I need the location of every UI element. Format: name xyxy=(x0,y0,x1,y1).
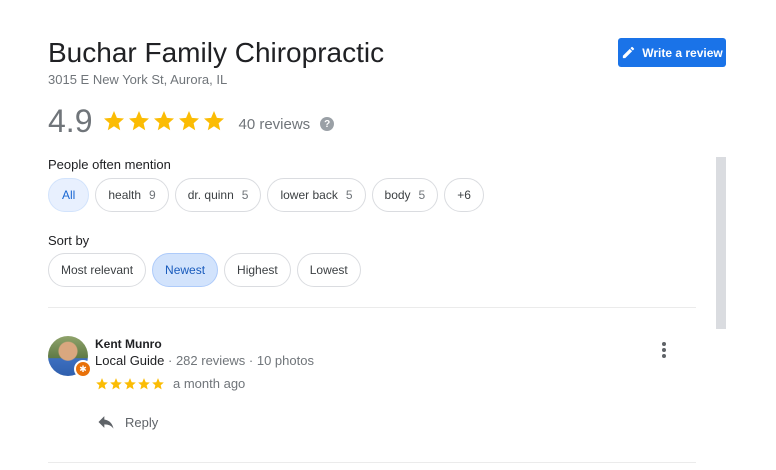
chip-all[interactable]: All xyxy=(48,178,90,212)
star-icon xyxy=(204,111,225,131)
reviews-count[interactable]: 40 reviews xyxy=(238,116,310,133)
business-name: Buchar Family Chiropractic xyxy=(48,37,385,68)
reply-button[interactable]: Reply xyxy=(96,412,158,432)
sort-option-label: Most relevant xyxy=(61,263,134,277)
star-icon xyxy=(96,377,108,389)
reply-label: Reply xyxy=(125,414,159,430)
star-icon xyxy=(152,377,164,389)
write-review-button[interactable]: Write a review xyxy=(618,38,726,67)
chip-dr-quinn[interactable]: dr. quinn 5 xyxy=(174,178,262,212)
chip-health[interactable]: health 9 xyxy=(95,178,169,212)
scrollbar[interactable] xyxy=(716,157,726,329)
sort-most-relevant[interactable]: Most relevant xyxy=(48,253,147,287)
reply-icon xyxy=(98,416,114,429)
star-icon xyxy=(138,377,150,389)
sort-newest[interactable]: Newest xyxy=(152,253,219,287)
divider xyxy=(48,462,696,463)
mention-chips: All health 9 dr. quinn 5 lower back 5 bo… xyxy=(48,178,484,212)
reviewer-meta: Local Guide · 282 reviews · 10 photos xyxy=(95,353,314,368)
divider xyxy=(48,307,696,308)
sort-lowest[interactable]: Lowest xyxy=(296,253,361,287)
star-icon xyxy=(104,111,125,131)
chip-body[interactable]: body 5 xyxy=(371,178,439,212)
chip-label: +6 xyxy=(457,188,471,202)
rating-value: 4.9 xyxy=(48,102,93,139)
chip-label: lower back xyxy=(280,188,338,202)
review-date: a month ago xyxy=(173,376,246,391)
chip-label: health xyxy=(108,188,142,202)
sort-option-label: Lowest xyxy=(309,263,348,277)
rating-summary: 4.9 40 reviews ? xyxy=(48,101,335,141)
sort-highest[interactable]: Highest xyxy=(224,253,291,287)
rating-stars xyxy=(102,109,226,133)
more-options-icon[interactable] xyxy=(656,342,672,362)
local-guide-badge-icon: ✱ xyxy=(74,360,92,378)
sort-label: Sort by xyxy=(48,233,90,248)
write-review-label: Write a review xyxy=(642,45,723,60)
chip-count: 5 xyxy=(345,188,353,202)
star-icon xyxy=(154,111,175,131)
star-icon xyxy=(110,377,122,389)
star-icon xyxy=(124,377,136,389)
star-icon xyxy=(179,111,200,131)
chip-count: 5 xyxy=(241,188,249,202)
business-address: 3015 E New York St, Aurora, IL xyxy=(48,72,228,87)
sort-options: Most relevant Newest Highest Lowest xyxy=(48,253,361,287)
star-icon xyxy=(129,111,150,131)
sort-option-label: Newest xyxy=(165,263,206,277)
reviewer-stats: · 282 reviews · 10 photos xyxy=(164,353,314,368)
pencil-icon xyxy=(623,46,635,59)
reviewer-level: Local Guide xyxy=(95,353,165,368)
review-rating-row: a month ago xyxy=(95,376,245,391)
chip-more[interactable]: +6 xyxy=(444,178,484,212)
chip-count: 5 xyxy=(418,188,426,202)
review-stars xyxy=(95,377,165,391)
chip-count: 9 xyxy=(149,188,156,202)
reviewer-name[interactable]: Kent Munro xyxy=(95,337,162,351)
mentions-label: People often mention xyxy=(48,157,171,172)
help-icon[interactable]: ? xyxy=(320,117,335,131)
chip-lower-back[interactable]: lower back 5 xyxy=(267,178,366,212)
chip-label: body xyxy=(384,188,411,202)
chip-label: All xyxy=(62,188,76,202)
chip-label: dr. quinn xyxy=(187,188,234,202)
sort-option-label: Highest xyxy=(237,263,278,277)
